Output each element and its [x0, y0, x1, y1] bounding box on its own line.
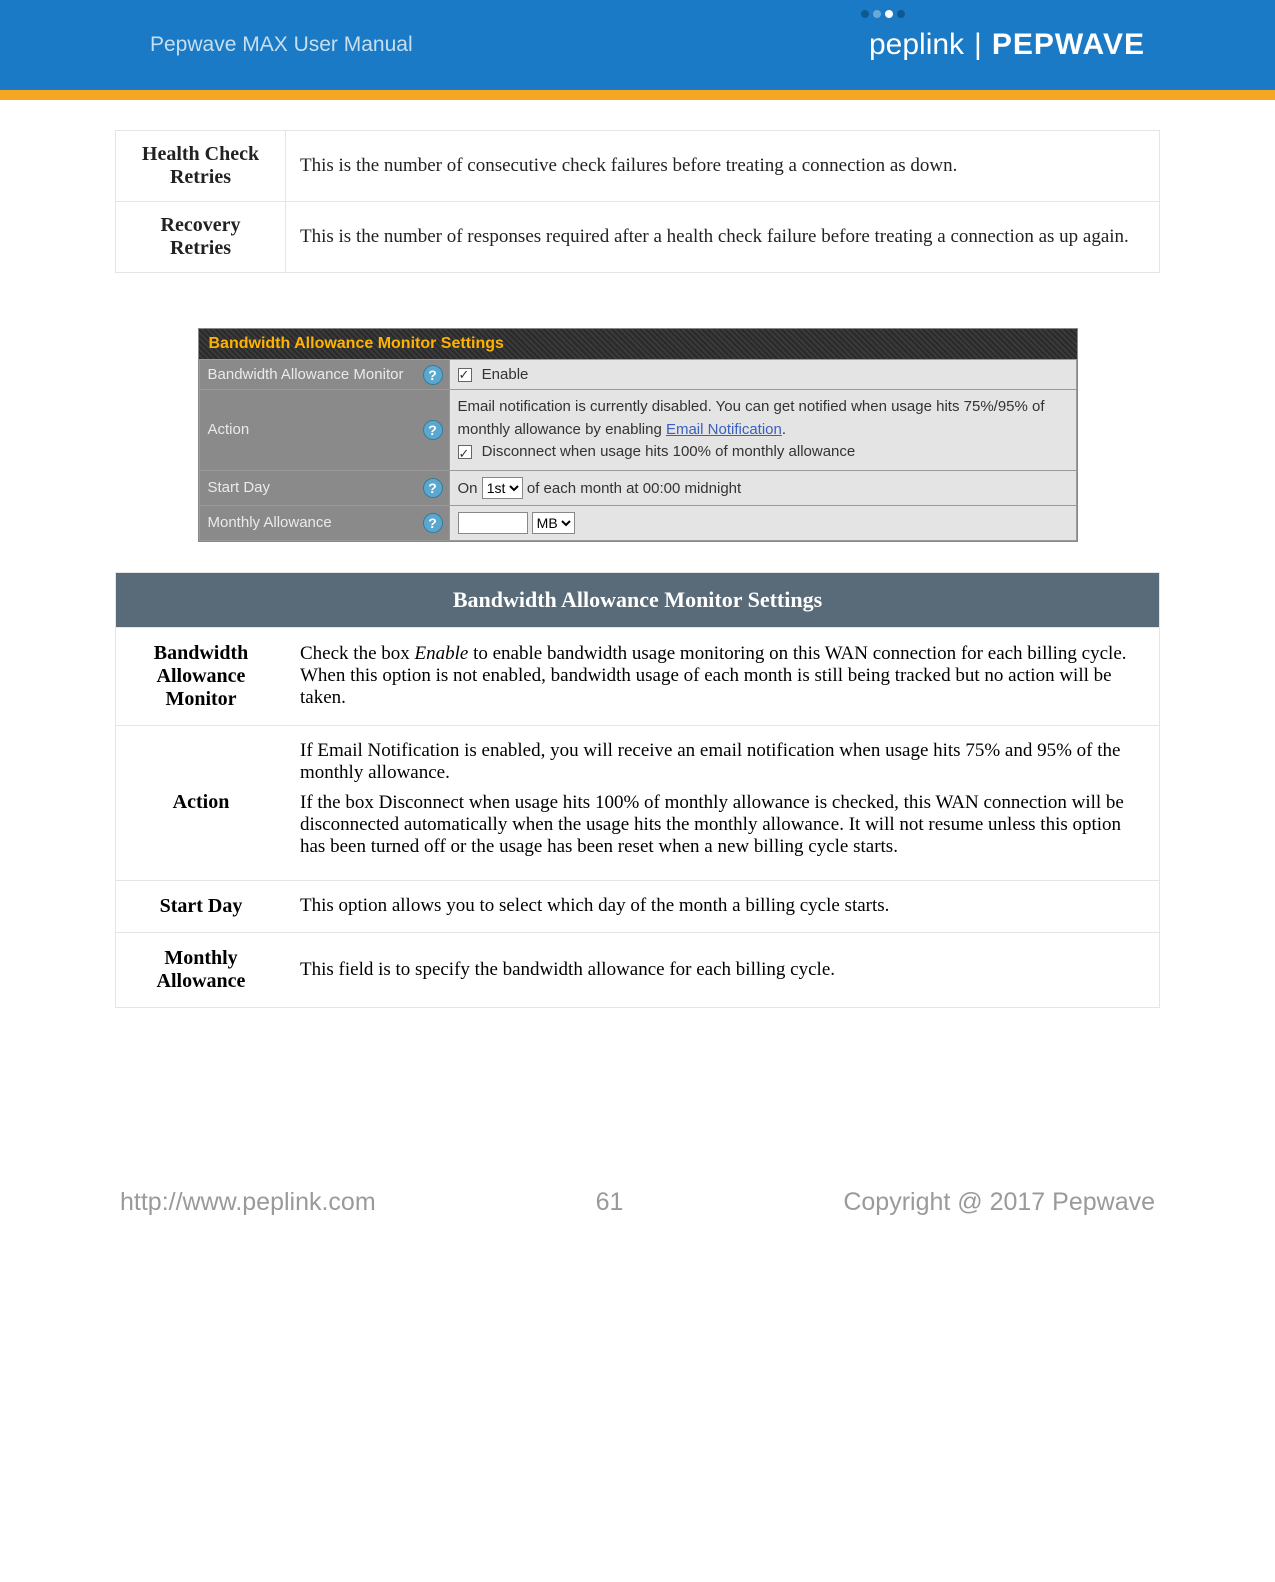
monthly-allowance-input[interactable]: [458, 512, 528, 534]
help-icon[interactable]: ?: [423, 513, 443, 533]
page-number: 61: [376, 1188, 844, 1217]
settings-row-start-day: Start Day ? On 1st of each month at 00:0…: [199, 470, 1076, 505]
help-icon[interactable]: ?: [423, 365, 443, 385]
row-label: Health Check Retries: [116, 131, 286, 202]
table-row: Action If Email Notification is enabled,…: [116, 725, 1159, 880]
table-row: Bandwidth Allowance Monitor Check the bo…: [116, 627, 1159, 725]
row-val: Enable: [449, 360, 1076, 390]
start-day-suffix: of each month at 00:00 midnight: [527, 480, 741, 497]
enable-checkbox[interactable]: [458, 368, 472, 382]
brand-right: PEPWAVE: [992, 28, 1145, 62]
orange-divider: [0, 90, 1275, 100]
disconnect-label: Disconnect when usage hits 100% of month…: [482, 443, 856, 460]
row-label: Action: [116, 725, 286, 880]
text: Check the box: [300, 643, 415, 664]
row-key-label: Monthly Allowance: [208, 514, 332, 531]
row-text: Check the box Enable to enable bandwidth…: [286, 627, 1159, 725]
row-key: Monthly Allowance ?: [199, 505, 449, 540]
table-row: Recovery Retries This is the number of r…: [116, 202, 1160, 273]
settings-row-bam: Bandwidth Allowance Monitor ? Enable: [199, 360, 1076, 390]
table-row: Start Day This option allows you to sele…: [116, 880, 1159, 932]
footer-copyright: Copyright @ 2017 Pepwave: [843, 1188, 1155, 1217]
settings-panel-title: Bandwidth Allowance Monitor Settings: [199, 329, 1077, 359]
text: This field is to specify the bandwidth a…: [300, 959, 835, 980]
footer-url: http://www.peplink.com: [120, 1188, 376, 1217]
brand-logo: peplink | PEPWAVE: [869, 28, 1145, 62]
start-day-select[interactable]: 1st: [482, 477, 523, 499]
help-icon[interactable]: ?: [423, 420, 443, 440]
brand-pipe: |: [974, 28, 982, 62]
text: If the box Disconnect when usage hits 10…: [300, 792, 1124, 857]
help-icon[interactable]: ?: [423, 478, 443, 498]
row-val: On 1st of each month at 00:00 midnight: [449, 470, 1076, 505]
header-bar: Pepwave MAX User Manual peplink | PEPWAV…: [0, 0, 1275, 90]
settings-panel: Bandwidth Allowance Monitor Settings Ban…: [198, 328, 1078, 542]
settings-row-monthly: Monthly Allowance ? MB: [199, 505, 1076, 540]
desc-table-2: Bandwidth Allowance Monitor Settings Ban…: [115, 572, 1160, 1008]
row-label: Monthly Allowance: [116, 932, 286, 1007]
desc-table-1: Health Check Retries This is the number …: [115, 130, 1160, 273]
monthly-unit-select[interactable]: MB: [532, 512, 575, 534]
row-text: If Email Notification is enabled, you wi…: [286, 725, 1159, 880]
header-title: Pepwave MAX User Manual: [150, 33, 413, 57]
row-key: Bandwidth Allowance Monitor ?: [199, 360, 449, 390]
desc2-title: Bandwidth Allowance Monitor Settings: [116, 573, 1159, 627]
text-em: Enable: [415, 643, 469, 664]
email-notification-link[interactable]: Email Notification: [666, 421, 782, 438]
row-val: Email notification is currently disabled…: [449, 390, 1076, 471]
text: If Email Notification is enabled, you wi…: [300, 740, 1120, 783]
enable-label: Enable: [482, 366, 529, 383]
row-key-label: Bandwidth Allowance Monitor: [208, 366, 404, 383]
row-text: This option allows you to select which d…: [286, 880, 1159, 932]
text: This option allows you to select which d…: [300, 895, 889, 916]
row-key-label: Start Day: [208, 479, 271, 496]
row-label: Bandwidth Allowance Monitor: [116, 627, 286, 725]
action-text-suffix: .: [782, 421, 786, 438]
footer: http://www.peplink.com 61 Copyright @ 20…: [0, 1188, 1275, 1217]
brand-left: peplink: [869, 28, 964, 62]
row-label: Recovery Retries: [116, 202, 286, 273]
row-key: Start Day ?: [199, 470, 449, 505]
start-day-prefix: On: [458, 480, 478, 497]
row-key: Action ?: [199, 390, 449, 471]
row-text: This is the number of responses required…: [286, 202, 1160, 273]
table-row: Health Check Retries This is the number …: [116, 131, 1160, 202]
brand-dots-icon: [861, 10, 905, 18]
row-text: This is the number of consecutive check …: [286, 131, 1160, 202]
row-text: This field is to specify the bandwidth a…: [286, 932, 1159, 1007]
row-key-label: Action: [208, 421, 250, 438]
row-val: MB: [449, 505, 1076, 540]
table-row: Monthly Allowance This field is to speci…: [116, 932, 1159, 1007]
settings-row-action: Action ? Email notification is currently…: [199, 390, 1076, 471]
disconnect-checkbox[interactable]: [458, 445, 472, 459]
row-label: Start Day: [116, 880, 286, 932]
